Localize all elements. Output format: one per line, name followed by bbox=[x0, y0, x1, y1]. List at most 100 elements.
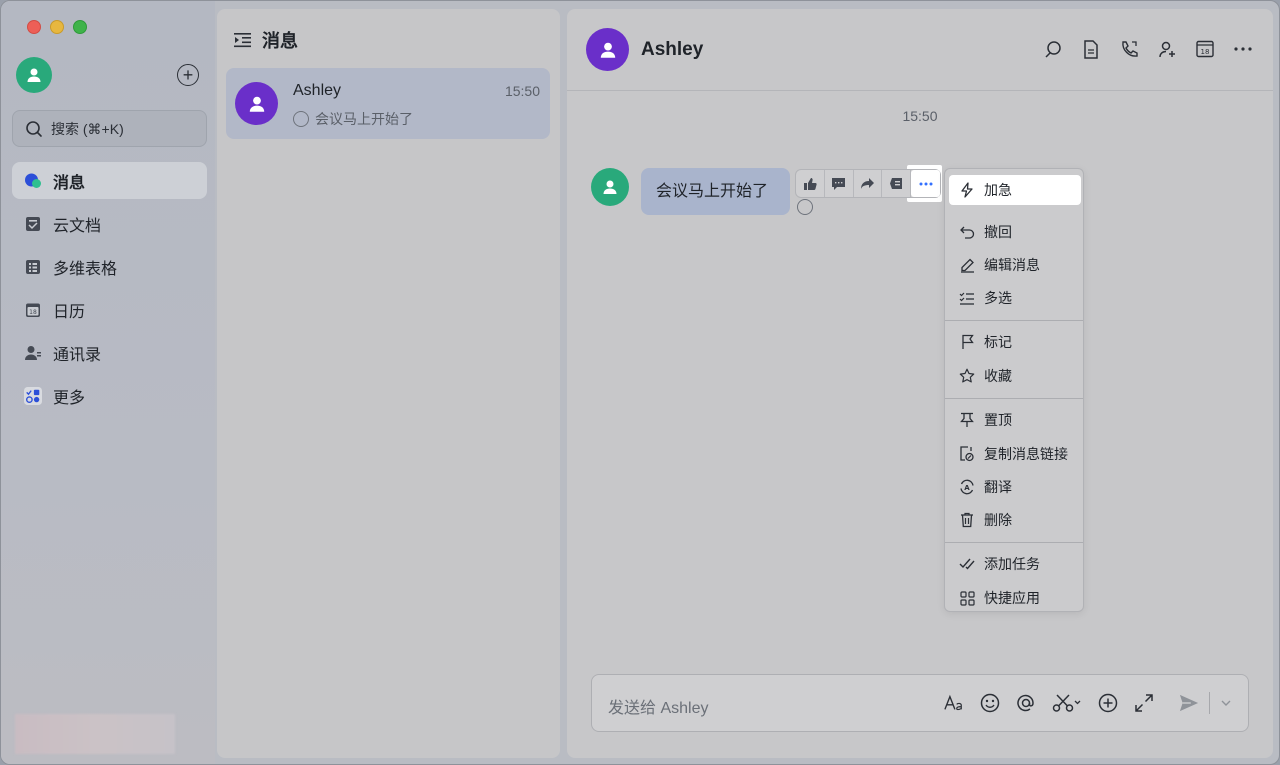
send-options-button[interactable] bbox=[1220, 692, 1232, 714]
reply-button[interactable] bbox=[825, 170, 854, 197]
menu-item-urgent[interactable]: 加急 bbox=[949, 175, 1081, 205]
menu-item-label: 编辑消息 bbox=[984, 257, 1040, 273]
menu-item-copy-link[interactable]: 复制消息链接 bbox=[949, 439, 1081, 469]
nav-item-contacts[interactable]: 通讯录 bbox=[12, 334, 207, 371]
translate-icon: A bbox=[959, 479, 975, 495]
avatar[interactable] bbox=[591, 168, 629, 206]
chat-preview: 会议马上开始了 bbox=[293, 109, 413, 129]
nav-item-label: 多维表格 bbox=[53, 260, 118, 278]
more-options-button[interactable] bbox=[1233, 39, 1253, 59]
menu-item-label: 翻译 bbox=[984, 479, 1012, 495]
person-icon bbox=[249, 96, 264, 112]
svg-text:18: 18 bbox=[29, 309, 37, 316]
minimize-window-button[interactable] bbox=[50, 20, 64, 34]
menu-item-pin[interactable]: 置顶 bbox=[949, 405, 1081, 435]
maximize-window-button[interactable] bbox=[73, 20, 87, 34]
person-icon bbox=[600, 42, 615, 58]
chat-list-item[interactable]: Ashley 15:50 会议马上开始了 bbox=[226, 68, 550, 139]
forward-icon bbox=[860, 178, 874, 189]
nav-item-calendar[interactable]: 18 日历 bbox=[12, 291, 207, 328]
menu-item-label: 撤回 bbox=[984, 224, 1012, 240]
pin-icon bbox=[959, 412, 975, 428]
screenshot-button[interactable] bbox=[1052, 692, 1082, 714]
menu-divider bbox=[945, 398, 1083, 399]
docs-button[interactable] bbox=[1081, 39, 1101, 59]
menu-divider bbox=[945, 320, 1083, 321]
send-button[interactable] bbox=[1179, 692, 1199, 714]
conversation-panel: Ashley 18 15:50 会议马上开始了 加急 撤回 编辑消息 多选 标记… bbox=[567, 9, 1273, 758]
search-chat-button[interactable] bbox=[1043, 39, 1063, 59]
add-member-button[interactable] bbox=[1157, 39, 1177, 59]
nav-item-label: 更多 bbox=[53, 389, 86, 407]
menu-item-recall[interactable]: 撤回 bbox=[949, 217, 1081, 247]
add-person-icon bbox=[1158, 41, 1175, 57]
chat-list-header: 消息 bbox=[234, 27, 298, 53]
nav-item-more[interactable]: 更多 bbox=[12, 377, 207, 414]
call-button[interactable] bbox=[1119, 39, 1139, 59]
messenger-icon bbox=[24, 172, 42, 190]
nav-item-label: 通讯录 bbox=[53, 346, 102, 364]
add-button[interactable]: + bbox=[177, 64, 199, 86]
undo-icon bbox=[959, 224, 975, 240]
menu-item-multiselect[interactable]: 多选 bbox=[949, 283, 1081, 313]
nav-item-docs[interactable]: 云文档 bbox=[12, 205, 207, 242]
menu-item-add-task[interactable]: 添加任务 bbox=[949, 549, 1081, 579]
menu-item-label: 添加任务 bbox=[984, 556, 1040, 572]
message-context-menu: 加急 撤回 编辑消息 多选 标记 收藏 置顶 复制消息链接 A 翻译 删除 添加… bbox=[944, 168, 1084, 612]
nav-list: 消息 云文档 多维表格 18 日历 通讯录 更多 bbox=[12, 162, 207, 420]
nav-item-base[interactable]: 多维表格 bbox=[12, 248, 207, 285]
person-icon bbox=[603, 180, 617, 194]
link-icon bbox=[959, 446, 975, 462]
message-more-button[interactable] bbox=[911, 170, 940, 197]
nav-item-label: 消息 bbox=[53, 174, 86, 192]
mention-button[interactable] bbox=[1016, 692, 1036, 714]
search-chat-icon bbox=[1044, 40, 1061, 58]
menu-item-quick-apps[interactable]: 快捷应用 bbox=[949, 583, 1081, 613]
avatar[interactable] bbox=[586, 28, 629, 71]
calendar-button[interactable]: 18 bbox=[1195, 39, 1215, 59]
unread-status-icon bbox=[293, 111, 309, 127]
add-attachment-button[interactable] bbox=[1098, 692, 1118, 714]
reaction-button[interactable] bbox=[796, 170, 825, 197]
message-bubble[interactable]: 会议马上开始了 bbox=[641, 168, 790, 215]
docs-icon bbox=[24, 215, 42, 233]
search-box[interactable]: 搜索 (⌘+K) bbox=[12, 110, 207, 147]
blurred-area bbox=[15, 714, 175, 754]
send-controls bbox=[1179, 692, 1232, 714]
menu-item-label: 删除 bbox=[984, 512, 1012, 528]
forward-button[interactable] bbox=[854, 170, 883, 197]
app-window: + 搜索 (⌘+K) 消息 云文档 多维表格 18 日历 通讯录 更多 消息 A… bbox=[0, 0, 1280, 765]
expand-input-button[interactable] bbox=[1134, 692, 1154, 714]
menu-item-edit[interactable]: 编辑消息 bbox=[949, 250, 1081, 280]
quote-button[interactable] bbox=[882, 170, 912, 197]
format-text-button[interactable] bbox=[944, 692, 964, 714]
menu-item-translate[interactable]: A 翻译 bbox=[949, 472, 1081, 502]
calendar-icon: 18 bbox=[24, 301, 42, 319]
apps-icon bbox=[959, 590, 975, 606]
at-icon bbox=[1017, 694, 1034, 712]
read-status-icon bbox=[797, 199, 813, 215]
user-avatar[interactable] bbox=[16, 57, 52, 93]
menu-item-label: 多选 bbox=[984, 290, 1012, 306]
nav-item-messages[interactable]: 消息 bbox=[12, 162, 207, 199]
plus-circle-icon bbox=[1098, 693, 1118, 713]
search-icon bbox=[26, 120, 42, 137]
message-input[interactable]: 发送给 Ashley bbox=[591, 674, 1249, 732]
menu-item-label: 快捷应用 bbox=[984, 590, 1040, 606]
ellipsis-icon bbox=[919, 182, 933, 185]
conversation-title[interactable]: Ashley bbox=[641, 39, 703, 61]
emoji-button[interactable] bbox=[980, 692, 1000, 714]
menu-item-favorite[interactable]: 收藏 bbox=[949, 361, 1081, 391]
lightning-icon bbox=[959, 182, 975, 198]
star-icon bbox=[959, 368, 975, 384]
more-apps-icon bbox=[24, 386, 42, 405]
flag-icon bbox=[959, 334, 975, 350]
menu-item-delete[interactable]: 删除 bbox=[949, 505, 1081, 535]
menu-item-label: 复制消息链接 bbox=[984, 446, 1068, 462]
menu-item-flag[interactable]: 标记 bbox=[949, 327, 1081, 357]
thumbs-up-icon bbox=[803, 177, 817, 190]
close-window-button[interactable] bbox=[27, 20, 41, 34]
chat-list-panel: 消息 Ashley 15:50 会议马上开始了 bbox=[217, 9, 560, 758]
collapse-list-icon[interactable] bbox=[234, 32, 252, 48]
chevron-down-icon bbox=[1221, 700, 1231, 706]
